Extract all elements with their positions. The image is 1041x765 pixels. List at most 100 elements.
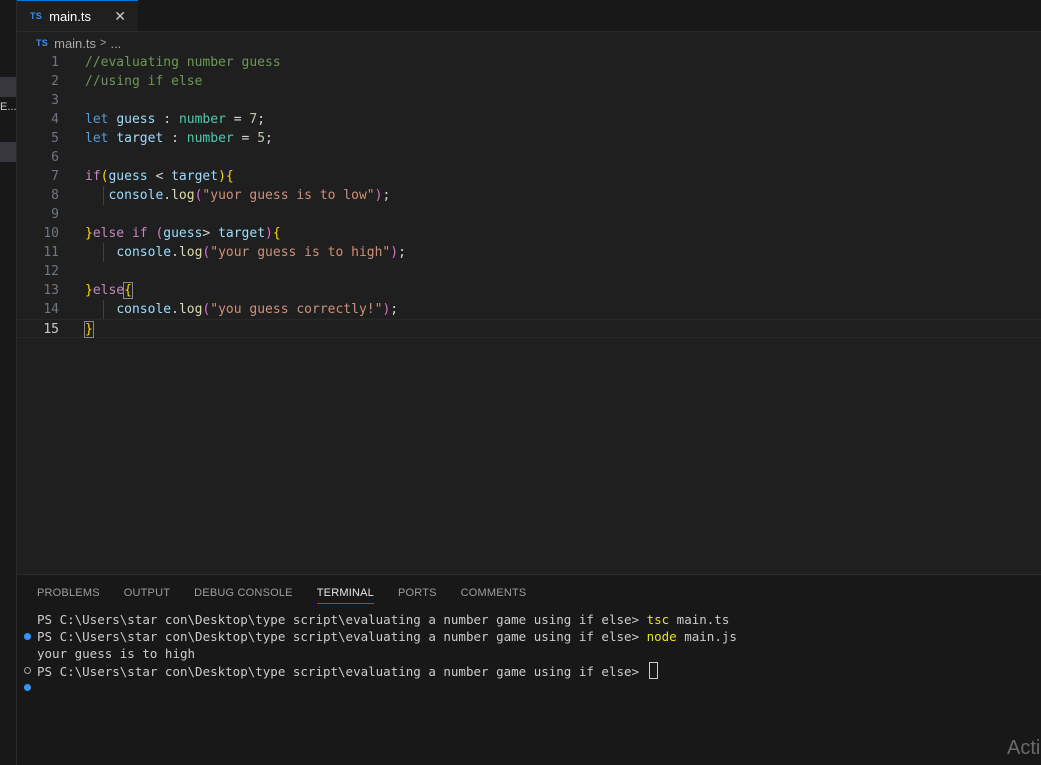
code-text: if(guess < target){ xyxy=(85,167,234,186)
panel-tab-debug-console[interactable]: DEBUG CONSOLE xyxy=(194,587,293,604)
code-token: else xyxy=(92,226,125,241)
line-number: 6 xyxy=(51,150,59,165)
line-number: 15 xyxy=(43,322,59,337)
chevron-right-icon: > xyxy=(100,37,107,49)
code-token: console xyxy=(116,245,172,260)
code-token: console xyxy=(116,302,172,317)
bottom-panel: PROBLEMS OUTPUT DEBUG CONSOLE TERMINAL PORTS… xyxy=(17,574,1041,765)
activity-sidebar: E... xyxy=(0,0,17,765)
code-token: log xyxy=(171,188,195,203)
code-token: "your guess is to high" xyxy=(210,245,391,260)
command-decoration-icon[interactable] xyxy=(24,667,31,674)
code-text: }else if (guess> target){ xyxy=(85,224,281,243)
line-number: 5 xyxy=(51,131,59,146)
typescript-file-icon: TS xyxy=(30,11,43,21)
code-token: "you guess correctly!" xyxy=(210,302,383,317)
code-token: { xyxy=(123,282,133,299)
code-token: } xyxy=(85,226,93,241)
code-editor[interactable]: 1 //evaluating number guess 2 //using if el… xyxy=(17,53,1041,343)
breadcrumb-more[interactable]: ... xyxy=(110,36,121,51)
line-number: 11 xyxy=(43,245,59,260)
code-token: ) xyxy=(265,226,273,241)
code-line[interactable]: 9 xyxy=(17,205,1041,224)
code-token: > xyxy=(202,226,219,241)
panel-tab-problems[interactable]: PROBLEMS xyxy=(37,587,100,604)
code-text: } xyxy=(84,320,94,339)
tab-label: main.ts xyxy=(49,8,92,24)
line-number: 14 xyxy=(43,302,59,317)
code-token: { xyxy=(272,226,281,241)
code-text: let guess : number = 7; xyxy=(85,110,265,129)
code-text: //using if else xyxy=(85,72,202,91)
command-decoration-icon[interactable] xyxy=(24,633,31,640)
code-line[interactable]: 10 }else if (guess> target){ xyxy=(17,224,1041,243)
code-line[interactable]: 13 }else{ xyxy=(17,281,1041,300)
activate-windows-watermark: Acti xyxy=(1007,737,1041,759)
code-line[interactable]: 4 let guess : number = 7; xyxy=(17,110,1041,129)
sidebar-highlighted-item[interactable] xyxy=(0,142,16,162)
terminal-line: PS C:\Users\star con\Desktop\type script… xyxy=(17,662,1041,679)
code-token: : xyxy=(163,131,187,146)
panel-tab-ports[interactable]: PORTS xyxy=(398,587,437,604)
code-line[interactable]: 7 if(guess < target){ xyxy=(17,167,1041,186)
terminal-output[interactable]: PS C:\Users\star con\Desktop\type script… xyxy=(17,611,1041,696)
terminal-prompt: PS C:\Users\star con\Desktop\type script… xyxy=(37,612,647,627)
code-token: : xyxy=(155,112,179,127)
code-line[interactable]: 3 xyxy=(17,91,1041,110)
code-token: guess xyxy=(108,169,148,184)
code-line[interactable]: 5 let target : number = 5; xyxy=(17,129,1041,148)
code-token: ) xyxy=(390,245,399,260)
code-token: = xyxy=(233,131,258,146)
line-number: 12 xyxy=(43,264,59,279)
code-line[interactable]: 15} xyxy=(17,319,1041,338)
line-number: 9 xyxy=(51,207,59,222)
code-token: ; xyxy=(265,131,273,146)
code-line[interactable]: 8 console.log("yuor guess is to low"); xyxy=(17,186,1041,205)
command-decoration-icon[interactable] xyxy=(24,684,31,691)
code-line[interactable]: 2 //using if else xyxy=(17,72,1041,91)
terminal-line: PS C:\Users\star con\Desktop\type script… xyxy=(17,628,1041,645)
code-token: number xyxy=(186,131,234,146)
code-token: . xyxy=(163,188,172,203)
terminal-text: your guess is to high xyxy=(37,645,195,662)
code-token: } xyxy=(85,283,93,298)
code-line[interactable]: 1 //evaluating number guess xyxy=(17,53,1041,72)
code-text: let target : number = 5; xyxy=(85,129,273,148)
code-text: console.log("you guess correctly!"); xyxy=(85,300,398,319)
code-token: ; xyxy=(382,188,391,203)
code-line[interactable]: 14 console.log("you guess correctly!"); xyxy=(17,300,1041,319)
sidebar-selected-item[interactable] xyxy=(0,77,16,97)
code-text: //evaluating number guess xyxy=(85,53,281,72)
code-line[interactable]: 12 xyxy=(17,262,1041,281)
close-icon[interactable]: ✕ xyxy=(114,7,126,25)
tab-main-ts[interactable]: TS main.ts ✕ xyxy=(17,0,138,31)
code-token: guess xyxy=(163,226,203,241)
code-text: console.log("yuor guess is to low"); xyxy=(85,186,390,205)
panel-tab-output[interactable]: OUTPUT xyxy=(124,587,170,604)
terminal-prompt: your guess is to high xyxy=(37,646,196,661)
code-token: if xyxy=(85,169,101,184)
code-token: ) xyxy=(218,169,226,184)
code-line[interactable]: 6 xyxy=(17,148,1041,167)
code-text: }else{ xyxy=(85,281,133,300)
code-token: target xyxy=(116,131,164,146)
line-number: 2 xyxy=(51,74,59,89)
sidebar-truncated-label[interactable]: E... xyxy=(0,101,16,113)
panel-tab-comments[interactable]: COMMENTS xyxy=(461,587,527,604)
code-line[interactable]: 11 console.log("your guess is to high"); xyxy=(17,243,1041,262)
code-token: 5 xyxy=(257,131,266,146)
line-number: 10 xyxy=(43,226,59,241)
panel-tab-terminal[interactable]: TERMINAL xyxy=(316,587,374,604)
breadcrumb-file[interactable]: main.ts xyxy=(54,36,96,51)
code-token: guess xyxy=(116,112,156,127)
terminal-command: node xyxy=(646,629,677,644)
code-token: target xyxy=(218,226,266,241)
terminal-args: main.js xyxy=(676,629,737,644)
line-number: 3 xyxy=(51,93,59,108)
line-number: 13 xyxy=(43,283,59,298)
line-number: 7 xyxy=(51,169,59,184)
terminal-prompt: PS C:\Users\star con\Desktop\type script… xyxy=(37,629,647,644)
code-token: let xyxy=(85,131,109,146)
